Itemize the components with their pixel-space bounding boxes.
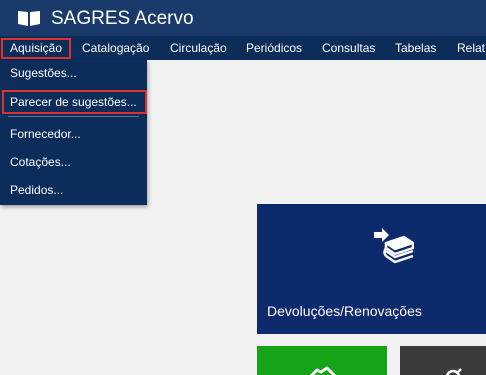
tile-devolucoes-renovacoes[interactable]: Devoluções/Renovações <box>257 204 486 334</box>
tile-dark[interactable] <box>400 346 486 375</box>
dropdown-item-parecer-de-sugestoes[interactable]: Parecer de sugestões... <box>2 90 147 114</box>
menu-tabelas[interactable]: Tabelas <box>395 36 436 60</box>
books-return-icon <box>374 228 414 264</box>
dropdown-item-fornecedor[interactable]: Fornecedor... <box>0 122 147 146</box>
handshake-icon <box>309 366 337 375</box>
title-bar: SAGRES Acervo <box>0 0 486 36</box>
menu-consultas[interactable]: Consultas <box>322 36 375 60</box>
dropdown-separator <box>8 116 139 117</box>
aquisicao-dropdown-menu: Sugestões... Parecer de sugestões... For… <box>0 60 147 205</box>
search-icon <box>446 368 462 375</box>
menu-circulacao[interactable]: Circulação <box>170 36 227 60</box>
menu-periodicos[interactable]: Periódicos <box>246 36 302 60</box>
tile-green[interactable] <box>257 346 387 375</box>
book-logo-icon <box>18 11 40 26</box>
app-title: SAGRES Acervo <box>51 8 194 29</box>
menu-aquisicao[interactable]: Aquisição <box>1 38 72 59</box>
dropdown-item-sugestoes[interactable]: Sugestões... <box>0 61 147 85</box>
menu-bar: Aquisição Catalogação Circulação Periódi… <box>0 36 486 60</box>
dropdown-item-cotacoes[interactable]: Cotações... <box>0 150 147 174</box>
menu-relatorios[interactable]: Relat <box>457 36 485 60</box>
dropdown-item-pedidos[interactable]: Pedidos... <box>0 178 147 202</box>
menu-catalogacao[interactable]: Catalogação <box>82 36 149 60</box>
tile-devolucoes-label: Devoluções/Renovações <box>267 303 422 319</box>
